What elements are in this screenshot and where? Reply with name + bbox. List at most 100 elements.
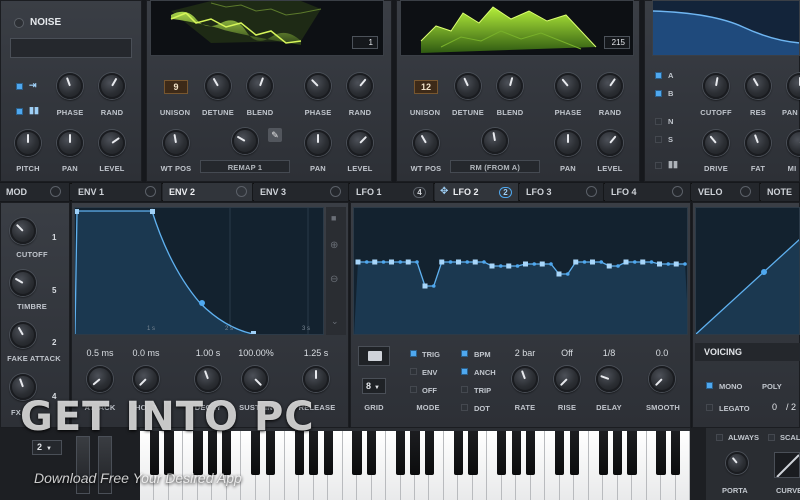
lfo-curve-handle[interactable]	[683, 262, 687, 266]
lfo-curve-handle[interactable]	[616, 264, 620, 268]
lfo-point[interactable]	[422, 283, 428, 289]
osc-b-wtpos-knob[interactable]	[413, 130, 439, 156]
osc-a-wtpos-knob[interactable]	[163, 130, 189, 156]
black-key[interactable]	[511, 431, 521, 475]
osc-a-frame-counter[interactable]: 1	[352, 36, 378, 49]
filter-noise-led[interactable]	[655, 118, 662, 125]
osc-b-frame-counter[interactable]: 215	[604, 36, 630, 49]
osc-b-pan-knob[interactable]	[555, 130, 581, 156]
noise-preset-field[interactable]	[10, 38, 132, 58]
lfo-point[interactable]	[657, 261, 662, 267]
filter-response-display[interactable]	[652, 0, 800, 56]
osc-a-warp-knob[interactable]	[232, 128, 258, 154]
osc-b-rand-knob[interactable]	[597, 73, 623, 99]
black-key[interactable]	[526, 431, 536, 475]
osc-b-warp-knob[interactable]	[482, 128, 508, 154]
osc-a-detune-knob[interactable]	[205, 73, 231, 99]
black-key[interactable]	[613, 431, 623, 475]
lfo-grid-dropdown[interactable]: 8 ▼	[362, 378, 386, 394]
env2-sustain-knob[interactable]	[242, 366, 268, 392]
osc-a-unison-value[interactable]: 9	[164, 80, 188, 94]
lfo-mode-trig-led[interactable]	[410, 350, 417, 357]
filter-res-knob[interactable]	[745, 73, 771, 99]
lfo-rate-knob[interactable]	[512, 366, 538, 392]
black-key[interactable]	[352, 431, 362, 475]
osc-a-pan-knob[interactable]	[305, 130, 331, 156]
lfo-curve-handle[interactable]	[549, 262, 553, 266]
lfo-smooth-knob[interactable]	[649, 366, 675, 392]
osc-a-rand-knob[interactable]	[347, 73, 373, 99]
osc-a-blend-knob[interactable]	[247, 73, 273, 99]
lfo-delay-knob[interactable]	[596, 366, 622, 392]
lfo-trip-led[interactable]	[461, 386, 468, 393]
lock-icon[interactable]: ■	[331, 213, 336, 223]
noise-pan-knob[interactable]	[57, 130, 83, 156]
osc-b-blend-knob[interactable]	[497, 73, 523, 99]
lfo-point[interactable]	[590, 259, 595, 265]
lfo-point[interactable]	[523, 261, 528, 267]
lfo2-graph[interactable]	[353, 207, 688, 335]
filter-sub-led[interactable]	[655, 136, 662, 143]
black-key[interactable]	[555, 431, 565, 475]
lfo-point[interactable]	[623, 259, 629, 265]
lfo-point[interactable]	[456, 259, 461, 265]
osc-a-phase-knob[interactable]	[305, 73, 331, 99]
lfo-point[interactable]	[573, 259, 579, 265]
osc-a-wavetable-display[interactable]	[150, 0, 384, 56]
drag-move-icon[interactable]: ✥	[440, 186, 448, 197]
lfo-mode-off-led[interactable]	[410, 386, 417, 393]
curve-graphic[interactable]	[774, 452, 800, 478]
lfo-curve-handle[interactable]	[649, 260, 654, 264]
noise-keytrack-led[interactable]	[16, 83, 23, 90]
lfo-curve-handle[interactable]	[364, 260, 369, 264]
black-key[interactable]	[497, 431, 507, 475]
mod-cutoff-knob[interactable]	[10, 218, 36, 244]
filter-osc-a-led[interactable]	[655, 72, 662, 79]
voicing-poly-value[interactable]: / 2	[786, 402, 796, 412]
black-key[interactable]	[395, 431, 406, 475]
filter-keytrack-led[interactable]	[655, 162, 662, 169]
osc-b-level-knob[interactable]	[597, 130, 623, 156]
lfo-curve-handle[interactable]	[582, 260, 587, 264]
lfo-curve-handle[interactable]	[632, 260, 637, 264]
tab-note[interactable]: NOTE	[761, 183, 800, 201]
lfo-bpm-led[interactable]	[461, 350, 468, 357]
black-key[interactable]	[453, 431, 464, 475]
noise-power-toggle[interactable]	[14, 18, 24, 28]
lfo-curve-handle[interactable]	[498, 264, 503, 268]
lfo-point[interactable]	[640, 259, 646, 265]
lfo-curve-handle[interactable]	[532, 262, 537, 266]
velo-graph[interactable]	[695, 207, 800, 335]
lfo-point[interactable]	[506, 263, 512, 269]
lfo-curve-handle[interactable]	[415, 260, 419, 264]
zoom-in-icon[interactable]: ⊕	[330, 240, 338, 251]
voicing-mono-led[interactable]	[706, 382, 713, 389]
black-key[interactable]	[569, 431, 579, 475]
black-key[interactable]	[656, 431, 666, 475]
lfo-point[interactable]	[405, 259, 411, 265]
osc-a-level-knob[interactable]	[347, 130, 373, 156]
lfo-point[interactable]	[673, 261, 679, 267]
black-key[interactable]	[468, 431, 478, 475]
lfo-curve-handle[interactable]	[599, 260, 604, 264]
black-key[interactable]	[627, 431, 637, 475]
lfo-point[interactable]	[372, 259, 378, 265]
lfo-load-shape-button[interactable]	[358, 346, 390, 366]
black-key[interactable]	[366, 431, 377, 475]
env2-graph[interactable]	[74, 207, 324, 335]
lfo-curve-handle[interactable]	[565, 272, 570, 276]
lfo-curve-handle[interactable]	[398, 260, 403, 264]
noise-stereo-led[interactable]	[16, 108, 23, 115]
lfo-curve-handle[interactable]	[381, 260, 386, 264]
lfo-curve-handle[interactable]	[666, 262, 671, 266]
always-led[interactable]	[716, 434, 723, 441]
voicing-legato-value[interactable]: 0	[772, 402, 777, 412]
mod-timbre-knob[interactable]	[10, 270, 36, 296]
env2-hold-knob[interactable]	[133, 366, 159, 392]
filter-drive-knob[interactable]	[703, 130, 729, 156]
env2-attack-knob[interactable]	[87, 366, 113, 392]
env2-decay-knob[interactable]	[195, 366, 221, 392]
osc-b-detune-knob[interactable]	[455, 73, 481, 99]
lfo-curve-handle[interactable]	[448, 260, 453, 264]
lfo-point[interactable]	[355, 259, 361, 265]
